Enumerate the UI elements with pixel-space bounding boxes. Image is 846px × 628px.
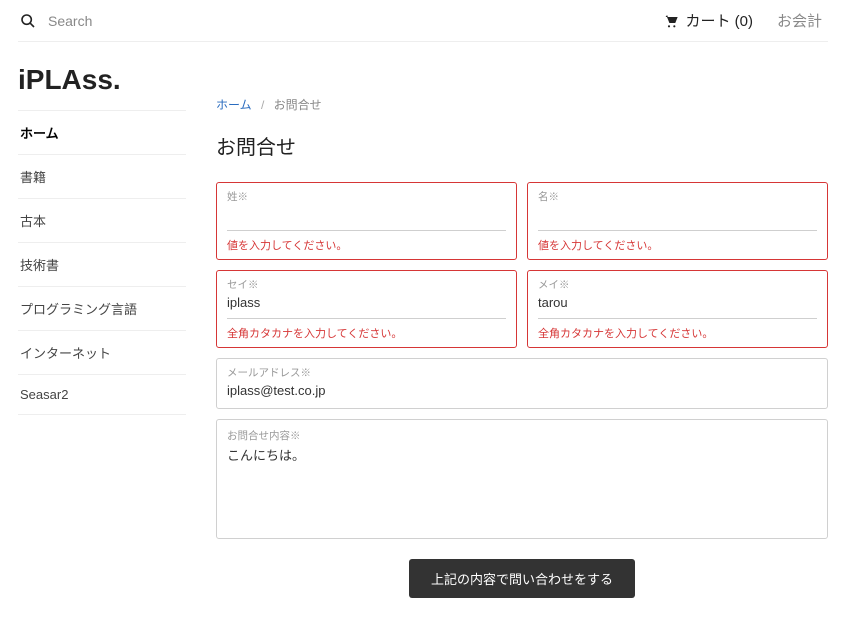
error-last-kana: 全角カタカナを入力してください。 [227,325,506,341]
breadcrumb-sep: / [261,98,264,112]
field-content[interactable]: お問合せ内容※ [216,419,828,539]
sidebar: iPLAss. ホーム 書籍 古本 技術書 プログラミング言語 インターネット … [18,58,186,598]
cart-link[interactable]: カート (0) [663,10,753,31]
label-first-name: 名※ [538,189,817,204]
field-email[interactable]: メールアドレス※ [216,358,828,409]
search-placeholder-text: Search [48,13,92,29]
sidebar-item-internet[interactable]: インターネット [18,330,186,374]
error-last-name: 値を入力してください。 [227,237,506,253]
checkout-link[interactable]: お会計 [777,10,822,31]
input-first-name[interactable] [538,207,817,222]
label-last-name: 姓※ [227,189,506,204]
field-first-kana[interactable]: メイ※ 全角カタカナを入力してください。 [527,270,828,348]
top-right: カート (0) お会計 [663,10,822,31]
breadcrumb-current: お問合せ [274,98,322,112]
brand-logo[interactable]: iPLAss. [18,58,186,110]
breadcrumb: ホーム / お問合せ [216,96,828,113]
cart-label: カート (0) [685,10,753,31]
field-first-name[interactable]: 名※ 値を入力してください。 [527,182,828,260]
sidebar-item-proglang[interactable]: プログラミング言語 [18,286,186,330]
error-first-kana: 全角カタカナを入力してください。 [538,325,817,341]
search-icon [20,13,36,29]
error-first-name: 値を入力してください。 [538,237,817,253]
label-first-kana: メイ※ [538,277,817,292]
sidebar-item-books[interactable]: 書籍 [18,154,186,198]
sidebar-item-tech[interactable]: 技術書 [18,242,186,286]
cart-icon [663,13,679,29]
nav-list: ホーム 書籍 古本 技術書 プログラミング言語 インターネット Seasar2 [18,110,186,415]
sidebar-item-seasar2[interactable]: Seasar2 [18,374,186,415]
field-last-kana[interactable]: セイ※ 全角カタカナを入力してください。 [216,270,517,348]
submit-button[interactable]: 上記の内容で問い合わせをする [409,559,635,598]
divider [18,41,828,42]
input-last-kana[interactable] [227,295,506,310]
input-first-kana[interactable] [538,295,817,310]
label-last-kana: セイ※ [227,277,506,292]
input-content[interactable] [227,445,817,525]
input-last-name[interactable] [227,207,506,222]
label-content: お問合せ内容※ [227,428,817,443]
search-wrap[interactable]: Search [20,13,663,29]
sidebar-item-used[interactable]: 古本 [18,198,186,242]
main-content: ホーム / お問合せ お問合せ 姓※ 値を入力してください。 名※ [216,58,828,598]
topbar: Search カート (0) お会計 [0,0,846,41]
breadcrumb-home[interactable]: ホーム [216,98,252,112]
sidebar-item-home[interactable]: ホーム [18,110,186,154]
input-email[interactable] [227,383,817,398]
field-last-name[interactable]: 姓※ 値を入力してください。 [216,182,517,260]
label-email: メールアドレス※ [227,365,817,380]
page-title: お問合せ [216,131,828,160]
